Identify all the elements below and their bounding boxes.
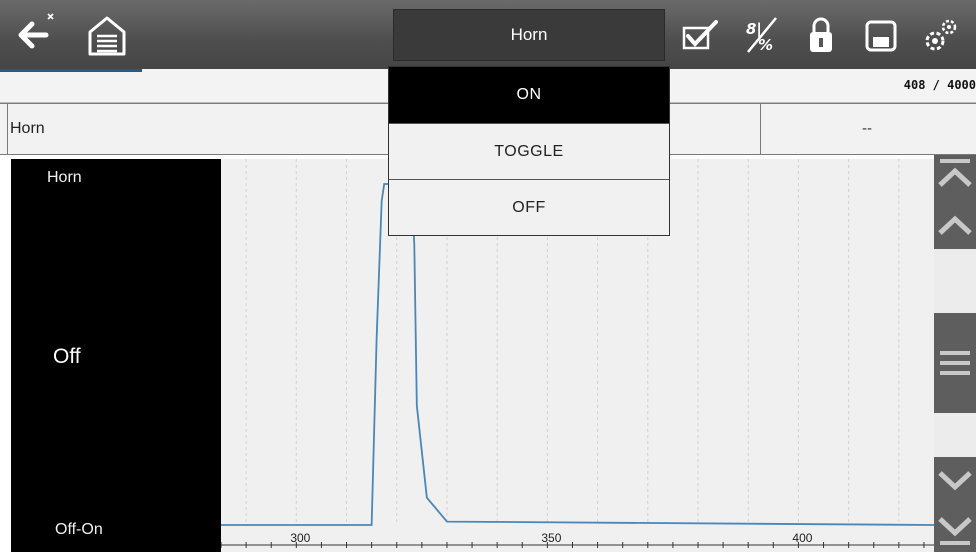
pid-name: Horn [10, 120, 45, 137]
scroll-thumb-icon[interactable] [934, 313, 976, 413]
x-tick-label: 350 [541, 531, 561, 545]
scroll-top-icon[interactable] [934, 155, 976, 201]
x-tick-label: 300 [290, 531, 310, 545]
data-toggle-icon[interactable]: 8| % [738, 10, 784, 60]
scrollbar[interactable] [934, 155, 976, 552]
option-toggle[interactable]: TOGGLE [389, 123, 669, 179]
option-on[interactable]: ON [389, 67, 669, 123]
scroll-down-icon[interactable] [934, 457, 976, 505]
pid-value: -- [862, 120, 872, 137]
graph-title: Horn [47, 169, 82, 186]
top-toolbar: Horn 8| % [0, 0, 976, 69]
settings-gears-icon[interactable] [918, 10, 964, 60]
scroll-bottom-icon[interactable] [934, 505, 976, 552]
state-dropdown: ON TOGGLE OFF [388, 66, 670, 236]
graph-label-panel: Horn Off Off-On [11, 159, 221, 552]
frame-counter: 408 / 4000 [903, 78, 976, 92]
progress-bar [0, 69, 142, 72]
row-divider [760, 104, 761, 154]
scroll-up-icon[interactable] [934, 201, 976, 249]
row-divider [7, 104, 8, 154]
home-garage-icon[interactable] [84, 10, 130, 60]
scale-label: Off-On [55, 521, 103, 538]
save-icon[interactable] [858, 10, 904, 60]
x-tick-label: 400 [792, 531, 812, 545]
option-off[interactable]: OFF [389, 179, 669, 235]
lock-icon[interactable] [798, 10, 844, 60]
current-value: Off [53, 345, 81, 368]
back-arrow-icon[interactable] [14, 10, 60, 60]
pid-title-button[interactable]: Horn [393, 9, 665, 61]
check-clipboard-icon[interactable] [678, 10, 724, 60]
